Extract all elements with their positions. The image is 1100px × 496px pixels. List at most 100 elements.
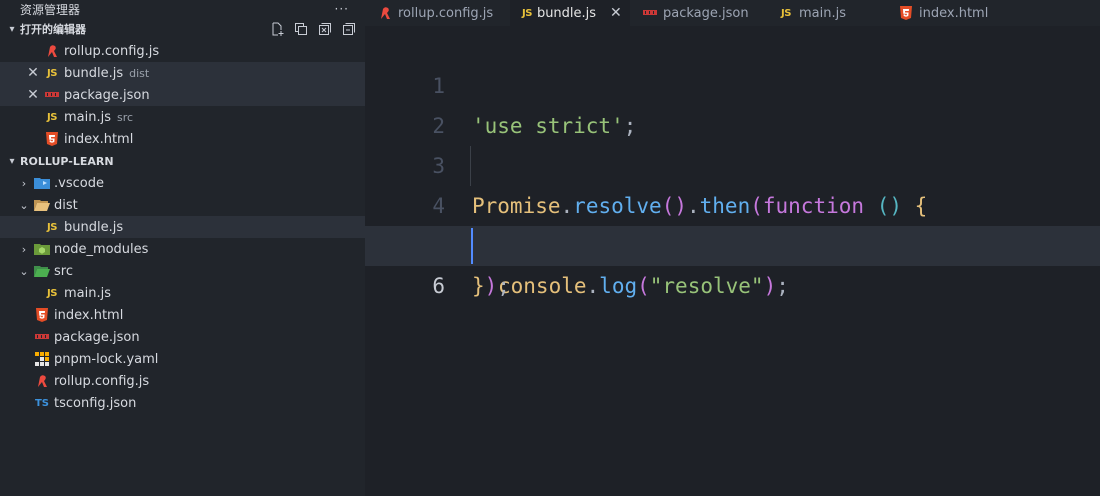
src-folder-icon <box>34 263 50 279</box>
html5-icon <box>44 131 60 147</box>
collapse-all-icon[interactable] <box>341 21 357 37</box>
tree-item-label: main.js <box>64 285 111 301</box>
js-icon: JS <box>781 7 791 19</box>
vscode-folder-icon <box>34 175 50 191</box>
project-section-header[interactable]: ▾ ROLLUP-LEARN <box>0 150 365 172</box>
tree-item-node-modules[interactable]: › node_modules <box>0 238 365 260</box>
save-all-icon[interactable] <box>293 21 309 37</box>
close-all-icon[interactable] <box>317 21 333 37</box>
line-number: 6 <box>432 274 445 298</box>
js-icon: JS <box>47 221 57 233</box>
tree-item-package-json[interactable]: package.json <box>0 326 365 348</box>
open-editor-label: main.js <box>64 109 111 125</box>
close-icon[interactable]: ✕ <box>610 5 622 21</box>
tree-item-label: .vscode <box>54 175 104 191</box>
tab-package-json[interactable]: package.json <box>630 0 766 26</box>
tab-bundle-js[interactable]: JS bundle.js ✕ <box>510 0 630 26</box>
open-editor-label: rollup.config.js <box>64 43 160 59</box>
tree-item-label: tsconfig.json <box>54 395 137 411</box>
indent-guide <box>470 146 471 186</box>
tree-item-src[interactable]: ⌄ src <box>0 260 365 282</box>
more-actions-button[interactable]: ··· <box>335 2 349 16</box>
tree-item-label: src <box>54 263 73 279</box>
code-line[interactable]: 5 }); <box>365 186 1100 298</box>
tree-item-bundle-js[interactable]: JS bundle.js <box>0 216 365 238</box>
tree-item-pnpm-lock[interactable]: pnpm-lock.yaml <box>0 348 365 370</box>
tree-item-label: node_modules <box>54 241 149 257</box>
code-line[interactable]: 1 'use strict'; <box>365 26 1100 138</box>
open-editor-item[interactable]: JS main.js src <box>0 106 365 128</box>
tree-item-label: pnpm-lock.yaml <box>54 351 159 367</box>
js-icon: JS <box>47 111 57 123</box>
rollup-icon <box>34 373 50 389</box>
rollup-icon <box>377 5 393 21</box>
tree-item-vscode[interactable]: › .vscode <box>0 172 365 194</box>
npm-icon <box>34 329 50 345</box>
open-editors-list: rollup.config.js ✕ JS bundle.js dist ✕ p… <box>0 40 365 150</box>
new-file-icon[interactable] <box>269 21 285 37</box>
text-cursor <box>471 228 473 264</box>
tree-item-dist[interactable]: ⌄ dist <box>0 194 365 216</box>
open-editors-section-header[interactable]: ▾ 打开的编辑器 <box>0 18 365 40</box>
html5-icon <box>898 5 914 21</box>
tree-item-index-html[interactable]: index.html <box>0 304 365 326</box>
tree-item-label: rollup.config.js <box>54 373 150 389</box>
js-icon: JS <box>522 7 532 19</box>
tree-item-main-js[interactable]: JS main.js <box>0 282 365 304</box>
chevron-down-icon: ⌄ <box>19 198 29 212</box>
code-line[interactable]: 2 <box>365 66 1100 138</box>
open-editor-item[interactable]: ✕ package.json <box>0 84 365 106</box>
chevron-down-icon: ▾ <box>9 155 15 167</box>
explorer-sidebar: 资源管理器 ··· ▾ 打开的编辑器 rollup.config.js ✕ JS… <box>0 0 365 496</box>
open-editors-actions <box>269 21 357 37</box>
open-editors-title: 打开的编辑器 <box>20 23 86 36</box>
code-line[interactable]: 4 console.log("resolve"); <box>365 146 1100 298</box>
tab-label: package.json <box>663 5 749 21</box>
tree-item-tsconfig[interactable]: TS tsconfig.json <box>0 392 365 414</box>
html5-icon <box>34 307 50 323</box>
open-editor-item[interactable]: index.html <box>0 128 365 150</box>
tab-label: index.html <box>919 5 989 21</box>
open-editor-item[interactable]: rollup.config.js <box>0 40 365 62</box>
npm-icon <box>44 87 60 103</box>
open-editor-label: bundle.js <box>64 65 124 81</box>
tree-item-label: dist <box>54 197 78 213</box>
chevron-right-icon: › <box>21 242 27 256</box>
node-folder-icon <box>34 241 50 257</box>
explorer-header: 资源管理器 ··· <box>0 0 365 18</box>
close-icon[interactable]: ✕ <box>26 65 40 81</box>
close-icon[interactable]: ✕ <box>26 87 40 103</box>
chevron-down-icon: ⌄ <box>19 264 29 278</box>
project-tree: › .vscode ⌄ dist JS bundle.js › node_mod… <box>0 172 365 414</box>
pnpm-icon <box>34 351 50 367</box>
open-editor-label: index.html <box>64 131 134 147</box>
tree-item-label: bundle.js <box>64 219 124 235</box>
open-editor-desc: dist <box>129 66 150 80</box>
project-title: ROLLUP-LEARN <box>20 154 114 168</box>
js-icon: JS <box>47 287 57 299</box>
code-editor[interactable]: 1 'use strict'; 2 3 Promise.resolve().th… <box>365 26 1100 496</box>
tree-item-label: index.html <box>54 307 124 323</box>
js-icon: JS <box>47 67 57 79</box>
tree-item-rollup-config[interactable]: rollup.config.js <box>0 370 365 392</box>
folder-open-icon <box>34 197 50 213</box>
open-editor-item[interactable]: ✕ JS bundle.js dist <box>0 62 365 84</box>
code-line-current[interactable]: 6 <box>365 226 1100 298</box>
explorer-title: 资源管理器 <box>20 2 81 17</box>
npm-icon <box>642 5 658 21</box>
rollup-icon <box>44 43 60 59</box>
tab-index-html[interactable]: index.html <box>886 0 1016 26</box>
tab-label: bundle.js <box>536 5 597 21</box>
chevron-down-icon: ▾ <box>9 23 15 35</box>
line-content: }); <box>472 274 510 298</box>
tab-main-js[interactable]: JS main.js <box>766 0 886 26</box>
code-line[interactable]: 3 Promise.resolve().then(function () { <box>365 106 1100 218</box>
tab-label: rollup.config.js <box>398 5 494 21</box>
line-content: console.log("resolve"); <box>498 274 789 298</box>
open-editor-label: package.json <box>64 87 150 103</box>
tab-label: main.js <box>799 5 846 21</box>
tree-item-label: package.json <box>54 329 140 345</box>
tab-rollup-config[interactable]: rollup.config.js <box>365 0 510 26</box>
chevron-right-icon: › <box>21 176 27 190</box>
ts-icon: TS <box>34 397 50 409</box>
